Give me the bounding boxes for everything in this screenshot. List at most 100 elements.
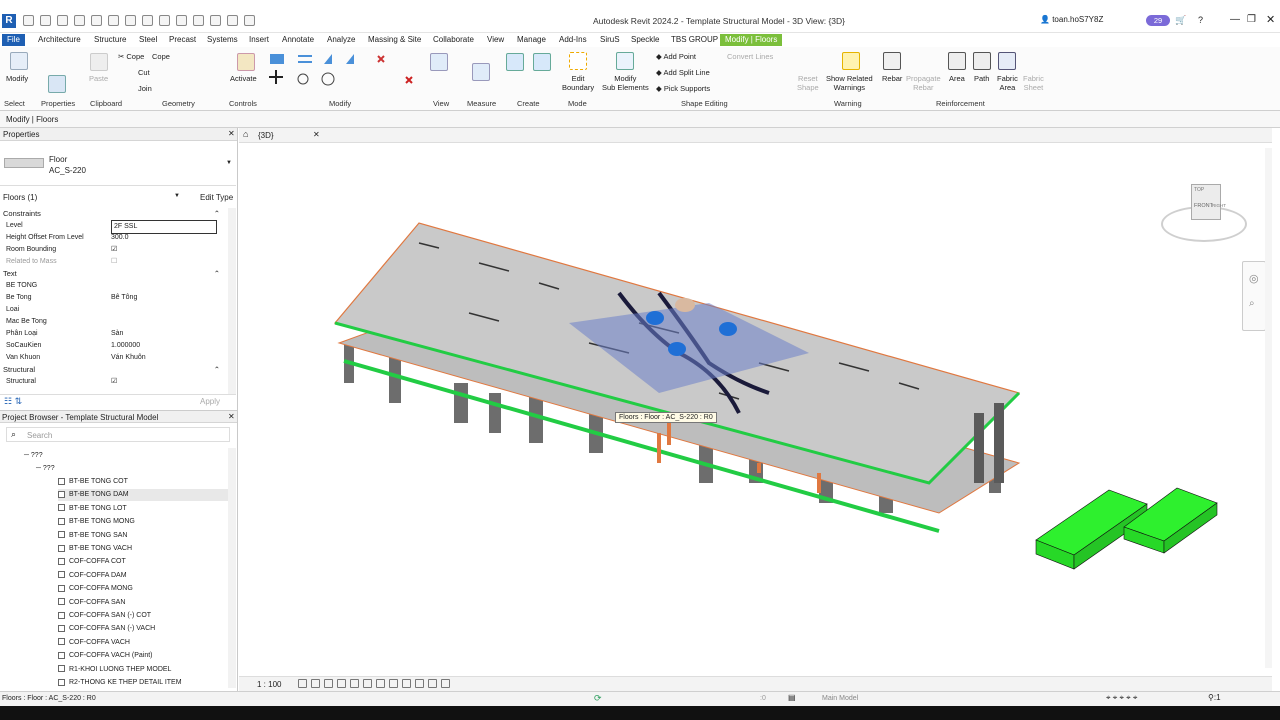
schedule-item[interactable]: COF-COFFA SAN (-) COT	[58, 610, 151, 622]
group-text[interactable]: Text ⌃	[0, 268, 228, 280]
schedule-item[interactable]: BT-BE TONG SAN	[58, 530, 127, 542]
edit-type-button[interactable]: Edit Type	[200, 193, 233, 202]
open-icon[interactable]	[23, 15, 34, 26]
cope-text[interactable]: Cope	[152, 52, 170, 61]
show-crop-icon[interactable]	[363, 679, 372, 689]
tab-file[interactable]: File	[2, 34, 25, 46]
type-selector[interactable]: Floor AC_S-220 ▼	[0, 142, 236, 186]
schedule-item[interactable]: COF-COFFA VACH	[58, 637, 130, 649]
filter-icon[interactable]: ⚲:1	[1208, 693, 1221, 702]
group-structural[interactable]: Structural ⌃	[0, 364, 228, 376]
group-constraints[interactable]: Constraints ⌃	[0, 208, 228, 220]
tab-architecture[interactable]: Architecture	[38, 34, 81, 46]
modify-tools-icons[interactable]	[268, 52, 418, 94]
warning-icon[interactable]	[842, 52, 860, 70]
undo-icon[interactable]	[74, 15, 85, 26]
tab-manage[interactable]: Manage	[517, 34, 546, 46]
switch-windows-icon[interactable]	[244, 15, 255, 26]
schedule-item[interactable]: COF-COFFA MONG	[58, 583, 133, 595]
show-related-warnings-button[interactable]: Show Related Warnings	[826, 74, 873, 92]
add-split-line-button[interactable]: ◆ Add Split Line	[656, 68, 710, 77]
area-icon[interactable]	[948, 52, 966, 70]
browser-scrollbar[interactable]	[228, 448, 236, 688]
rebar-button[interactable]: Rebar	[882, 74, 902, 83]
tab-steel[interactable]: Steel	[139, 34, 157, 46]
revit-logo[interactable]: R	[2, 14, 16, 28]
tab-view[interactable]: View	[487, 34, 504, 46]
tab-insert[interactable]: Insert	[249, 34, 269, 46]
panel-select[interactable]: Select	[4, 99, 25, 108]
schedule-item[interactable]: COF-COFFA DAM	[58, 570, 127, 582]
sun-path-icon[interactable]	[324, 679, 333, 689]
properties-close-icon[interactable]: ✕	[228, 129, 235, 138]
schedule-item[interactable]: R1-KHOI LUONG THEP MODEL	[58, 664, 171, 676]
analytical-icon[interactable]	[415, 679, 424, 689]
measure-icon[interactable]	[125, 15, 136, 26]
modify-sub-elements-icon[interactable]	[616, 52, 634, 70]
sync-icon[interactable]	[57, 15, 68, 26]
thin-lines-icon[interactable]	[210, 15, 221, 26]
create-similar-icon[interactable]	[533, 53, 551, 71]
section-icon[interactable]	[193, 15, 204, 26]
area-button[interactable]: Area	[949, 74, 965, 83]
properties-icon[interactable]	[48, 75, 66, 93]
schedule-item[interactable]: R2-THONG KE THEP DETAIL ITEM	[58, 677, 182, 689]
3d-viewport[interactable]: ⌂ {3D} ✕ Floors: Floor: AC_S-220: R0 …	[239, 128, 1272, 691]
view-icon[interactable]	[430, 53, 448, 71]
selection-options-icons[interactable]: ⌖ ⌖ ⌖ ⌖ ⌖	[1106, 693, 1137, 703]
properties-scrollbar[interactable]	[228, 208, 236, 394]
tree-root[interactable]: ─ ???	[24, 450, 43, 462]
worksharing-icon[interactable]: ⟳	[594, 693, 602, 704]
cope-button[interactable]: ✂ Cope	[118, 52, 144, 61]
view-scrollbar[interactable]	[1265, 148, 1272, 668]
pick-supports-button[interactable]: ◆ Pick Supports	[656, 84, 710, 93]
reveal-hidden-icon[interactable]	[402, 679, 411, 689]
schedule-item[interactable]: BT-BE TONG LOT	[58, 503, 127, 515]
tab-analyze[interactable]: Analyze	[327, 34, 355, 46]
zoom-icon[interactable]: ⌕	[1249, 298, 1255, 309]
shadows-icon[interactable]	[337, 679, 346, 689]
active-model[interactable]: Main Model	[822, 695, 858, 702]
notification-badge[interactable]: 29	[1146, 15, 1170, 26]
path-icon[interactable]	[973, 52, 991, 70]
view-cube-box[interactable]: TOP FRONT RIGHT	[1191, 184, 1226, 220]
apply-button[interactable]: Apply	[200, 397, 220, 406]
view-scale[interactable]: 1 : 100	[257, 680, 281, 689]
selector-dropdown-icon[interactable]: ▼	[174, 193, 180, 199]
3d-icon[interactable]	[176, 15, 187, 26]
modify-button[interactable]: Modify	[6, 74, 28, 83]
path-button[interactable]: Path	[974, 74, 989, 83]
tab-speckle[interactable]: Speckle	[631, 34, 659, 46]
tab-modify-floors[interactable]: Modify | Floors	[720, 34, 783, 46]
join-button[interactable]: Join	[138, 84, 152, 93]
modify-cursor-icon[interactable]	[10, 52, 28, 70]
home-icon[interactable]: ⌂	[243, 129, 248, 139]
crop-view-icon[interactable]	[350, 679, 359, 689]
text-icon[interactable]	[159, 15, 170, 26]
temp-hide-icon[interactable]	[389, 679, 398, 689]
schedule-item[interactable]: BT-BE TONG VACH	[58, 543, 132, 555]
browser-close-icon[interactable]: ✕	[228, 412, 235, 421]
create-icon[interactable]	[506, 53, 524, 71]
design-options-icon[interactable]: ▤	[788, 693, 796, 702]
measure-icon[interactable]	[472, 63, 490, 81]
minimize-icon[interactable]: —	[1230, 14, 1240, 25]
rebar-icon[interactable]	[883, 52, 901, 70]
close-hidden-icon[interactable]	[227, 15, 238, 26]
constraints-icon[interactable]	[441, 679, 450, 689]
steering-wheel-icon[interactable]: ◎	[1249, 272, 1259, 285]
schedule-item[interactable]: COF-COFFA VACH (Paint)	[58, 650, 153, 662]
browser-search[interactable]: ⌕ Search	[6, 427, 230, 442]
cart-icon[interactable]: 🛒	[1175, 15, 1186, 26]
tab-tbs-group[interactable]: TBS GROUP	[671, 34, 718, 46]
tag-icon[interactable]	[142, 15, 153, 26]
tab-precast[interactable]: Precast	[169, 34, 196, 46]
add-point-button[interactable]: ◆ Add Point	[656, 52, 696, 61]
view-tab-close-icon[interactable]: ✕	[313, 130, 320, 139]
edit-boundary-button[interactable]: Edit Boundary	[562, 74, 594, 92]
print-icon[interactable]	[108, 15, 119, 26]
schedule-item[interactable]: BT-BE TONG COT	[58, 476, 128, 488]
tab-massing-site[interactable]: Massing & Site	[368, 34, 421, 46]
tree-sub[interactable]: ─ ???	[36, 463, 55, 475]
schedule-item[interactable]: BT-BE TONG MONG	[58, 516, 135, 528]
